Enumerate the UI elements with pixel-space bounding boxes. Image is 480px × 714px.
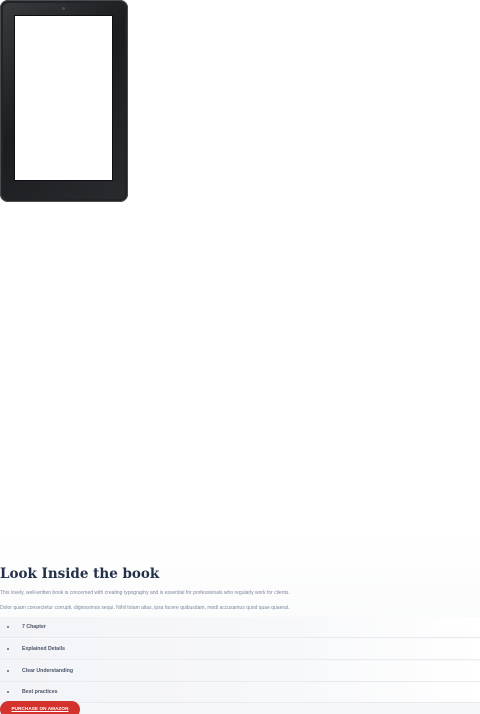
feature-list: 7 Chapter Explained Details Clear Unders… xyxy=(0,617,480,704)
bullet-dot-icon xyxy=(7,669,9,672)
feature-item-understanding: Clear Understanding xyxy=(0,660,480,682)
section-paragraph-2: Dolor quam consectetur corrupti, digniss… xyxy=(0,605,290,611)
bullet-dot-icon xyxy=(7,626,9,628)
feature-label: Best practices xyxy=(22,689,58,696)
section-paragraph-1: This lovely, well-written book is concer… xyxy=(0,590,290,596)
feature-item-details: Explained Details xyxy=(0,638,480,660)
purchase-on-amazon-button[interactable]: PURCHASE ON AMAZON xyxy=(0,701,80,714)
tablet-device-image xyxy=(0,0,128,202)
tablet-screen xyxy=(15,16,112,180)
bullet-dot-icon xyxy=(7,691,9,694)
look-inside-section: Look Inside the book This lovely, well-w… xyxy=(0,560,480,704)
feature-item-chapters: 7 Chapter xyxy=(0,617,480,638)
feature-label: 7 Chapter xyxy=(22,624,46,630)
bullet-dot-icon xyxy=(7,647,9,650)
feature-label: Clear Understanding xyxy=(22,667,74,674)
section-title: Look Inside the book xyxy=(0,566,160,582)
tablet-camera-dot xyxy=(62,7,65,10)
feature-label: Explained Details xyxy=(22,645,65,652)
